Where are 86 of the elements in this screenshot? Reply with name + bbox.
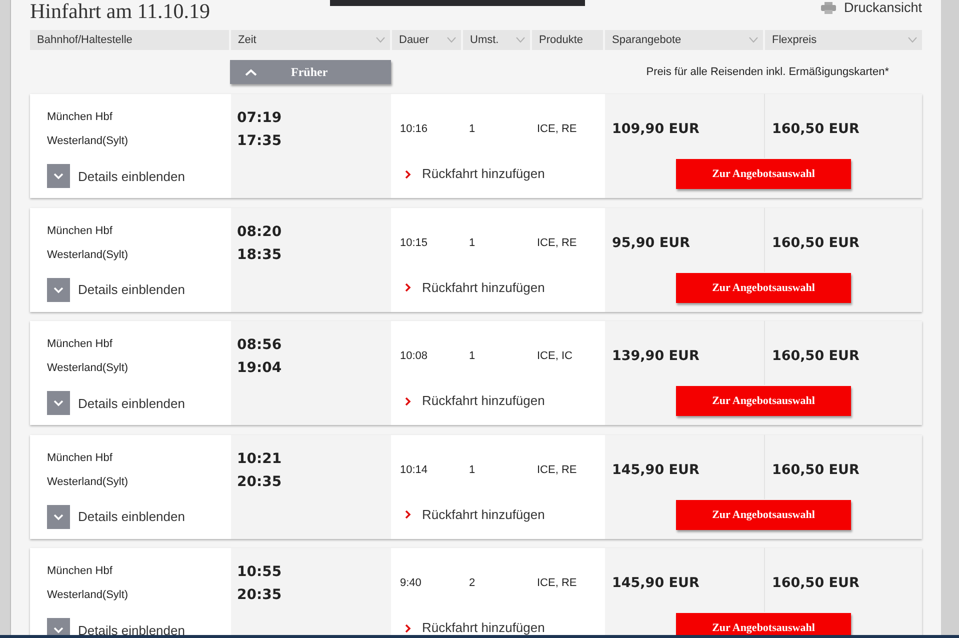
printer-icon	[820, 2, 836, 14]
print-link[interactable]: Druckansicht	[820, 0, 922, 16]
chevron-down-icon	[47, 278, 70, 302]
column-header: Bahnhof/Haltestelle	[30, 30, 229, 50]
duration: 9:40	[400, 577, 422, 589]
arrival-time: 20:35	[237, 472, 282, 492]
changes-count: 1	[469, 123, 476, 135]
return-trip-link[interactable]: Rückfahrt hinzufügen	[405, 165, 545, 183]
changes-count: 1	[469, 464, 476, 476]
flex-price: 160,50 EUR	[772, 575, 860, 591]
saver-price: 145,90 EUR	[612, 462, 700, 478]
details-toggle[interactable]: Details einblenden	[47, 278, 185, 302]
flex-price: 160,50 EUR	[772, 234, 860, 250]
flex-price: 160,50 EUR	[772, 121, 860, 137]
price-note: Preis für alle Reisenden inkl. Ermäßigungskarten*	[646, 66, 889, 78]
departure-time: 10:21	[237, 450, 282, 468]
chevron-down-icon	[447, 37, 456, 43]
products: ICE, IC	[537, 350, 572, 362]
changes-count: 2	[469, 577, 476, 589]
column-header: Produkte	[532, 30, 603, 50]
offer-button[interactable]: Zur Angebotsauswahl	[676, 386, 851, 416]
saver-price: 109,90 EUR	[612, 121, 700, 137]
saver-price: 95,90 EUR	[612, 234, 690, 250]
column-header[interactable]: Dauer	[392, 30, 461, 50]
duration: 10:14	[400, 464, 428, 476]
station-name: Westerland(Sylt)	[47, 361, 128, 376]
duration: 10:08	[400, 350, 428, 362]
chevron-down-icon	[47, 164, 70, 188]
column-header[interactable]: Zeit	[231, 30, 390, 50]
products: ICE, RE	[537, 464, 577, 476]
offer-button[interactable]: Zur Angebotsauswahl	[676, 159, 851, 189]
chevron-right-icon	[405, 510, 411, 519]
saver-price: 139,90 EUR	[612, 348, 700, 364]
offer-button[interactable]: Zur Angebotsauswahl	[676, 613, 851, 635]
chevron-down-icon	[749, 37, 758, 43]
column-header[interactable]: Flexpreis	[765, 30, 922, 50]
station-name: Westerland(Sylt)	[47, 588, 128, 603]
station-name: München Hbf	[47, 224, 112, 238]
details-toggle[interactable]: Details einblenden	[47, 164, 185, 188]
flex-price: 160,50 EUR	[772, 348, 860, 364]
chevron-right-icon	[405, 396, 411, 406]
chevron-right-icon	[405, 624, 411, 632]
station-name: Westerland(Sylt)	[47, 474, 128, 490]
details-toggle[interactable]: Details einblenden	[47, 618, 185, 635]
arrival-time: 19:04	[237, 359, 282, 378]
return-trip-link[interactable]: Rückfahrt hinzufügen	[405, 392, 545, 410]
products: ICE, RE	[537, 123, 577, 135]
offer-button[interactable]: Zur Angebotsauswahl	[676, 500, 851, 530]
chevron-down-icon	[908, 37, 917, 43]
return-trip-link[interactable]: Rückfahrt hinzufügen	[405, 619, 545, 635]
page-title: Hinfahrt am 11.10.19	[30, 0, 210, 22]
details-toggle[interactable]: Details einblenden	[47, 504, 185, 528]
duration: 10:15	[400, 236, 428, 248]
station-name: München Hbf	[47, 337, 112, 352]
chevron-down-icon	[47, 504, 70, 528]
arrival-time: 17:35	[237, 132, 282, 151]
duration: 10:16	[400, 123, 428, 135]
departure-time: 08:20	[237, 222, 282, 242]
station-name: München Hbf	[47, 564, 112, 579]
arrival-time: 18:35	[237, 246, 282, 264]
changes-count: 1	[469, 350, 476, 362]
departure-time: 10:55	[237, 563, 282, 582]
saver-price: 145,90 EUR	[612, 575, 700, 591]
return-trip-link[interactable]: Rückfahrt hinzufügen	[405, 278, 545, 296]
chevron-down-icon	[376, 37, 385, 43]
departure-time: 07:19	[237, 109, 282, 128]
station-name: Westerland(Sylt)	[47, 134, 128, 149]
chevron-right-icon	[405, 283, 411, 292]
products: ICE, RE	[537, 236, 577, 248]
station-name: München Hbf	[47, 110, 112, 125]
chevron-down-icon	[47, 391, 70, 415]
arrival-time: 20:35	[237, 586, 282, 605]
details-toggle[interactable]: Details einblenden	[47, 391, 185, 415]
departure-time: 08:56	[237, 336, 282, 355]
station-name: Westerland(Sylt)	[47, 248, 128, 262]
changes-count: 1	[469, 236, 476, 248]
flex-price: 160,50 EUR	[772, 462, 860, 478]
return-trip-link[interactable]: Rückfahrt hinzufügen	[405, 506, 545, 524]
chevron-down-icon	[516, 37, 525, 43]
station-name: München Hbf	[47, 450, 112, 466]
chevron-up-icon	[245, 68, 257, 76]
products: ICE, RE	[537, 577, 577, 589]
chevron-right-icon	[405, 170, 411, 178]
offer-button[interactable]: Zur Angebotsauswahl	[676, 272, 851, 302]
column-header[interactable]: Sparangebote	[605, 30, 763, 50]
column-header[interactable]: Umst.	[463, 30, 530, 50]
